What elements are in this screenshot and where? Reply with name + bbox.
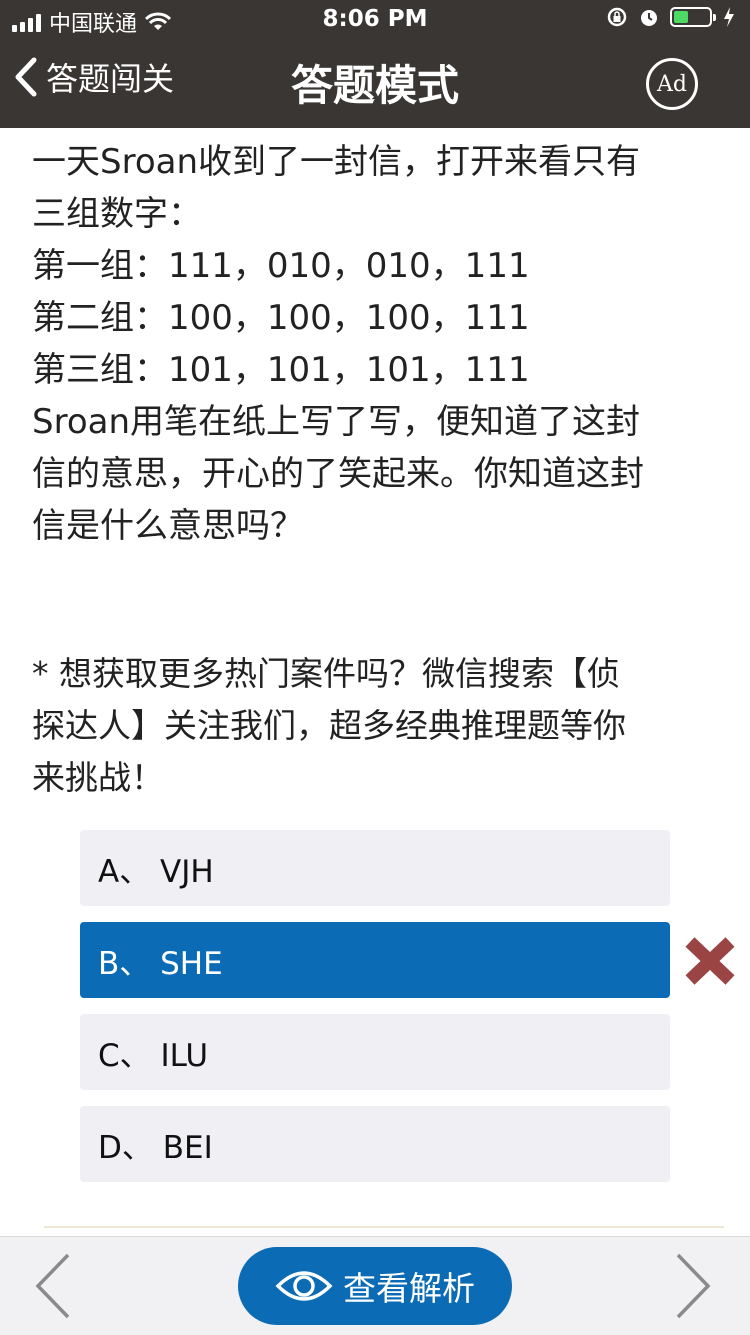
option-b[interactable]: B、 SHE	[80, 922, 670, 998]
ad-icon: Ad	[657, 71, 687, 97]
charging-icon	[724, 7, 734, 27]
option-a[interactable]: A、 VJH	[80, 830, 670, 906]
promo-line: * 想获取更多热门案件吗？微信搜索【侦	[32, 654, 620, 693]
view-analysis-label: 查看解析	[343, 1269, 475, 1308]
battery-icon	[670, 7, 716, 27]
top-bar: 中国联通 8:06 PM 答题闯关 答题模式 Ad	[0, 0, 750, 128]
answer-options: A、 VJH B、 SHE C、 ILU D、 BEI	[80, 830, 670, 1198]
view-analysis-button[interactable]: 查看解析	[238, 1247, 512, 1325]
lock-rotation-icon	[607, 7, 627, 27]
option-d[interactable]: D、 BEI	[80, 1106, 670, 1182]
alarm-icon	[641, 10, 657, 26]
promo-line: 来挑战！	[32, 758, 164, 797]
question-line: 第一组：111，010，010，111	[32, 246, 530, 286]
question-line: 信的意思，开心的了笑起来。你知道这封	[32, 454, 644, 494]
question-line: 第三组：101，101，101，111	[32, 350, 530, 390]
next-chevron-icon[interactable]	[662, 1249, 722, 1323]
option-c[interactable]: C、 ILU	[80, 1014, 670, 1090]
status-bar: 中国联通 8:06 PM	[0, 0, 750, 40]
promo-line: 探达人】关注我们，超多经典推理题等你	[32, 706, 626, 745]
question-content: 一天Sroan收到了一封信，打开来看只有 三组数字： 第一组：111，010，0…	[32, 136, 722, 804]
content-divider	[44, 1226, 724, 1228]
question-line: 第二组：100，100，100，111	[32, 298, 530, 338]
nav-bar: 答题闯关 答题模式 Ad	[0, 40, 750, 128]
ad-button[interactable]: Ad	[646, 58, 698, 110]
question-line: 三组数字：	[32, 194, 202, 234]
question-line: 一天Sroan收到了一封信，打开来看只有	[32, 142, 640, 182]
prev-chevron-icon[interactable]	[24, 1249, 84, 1323]
eye-icon	[275, 1271, 333, 1301]
question-text: 一天Sroan收到了一封信，打开来看只有 三组数字： 第一组：111，010，0…	[32, 136, 722, 552]
question-line: 信是什么意思吗？	[32, 506, 304, 546]
bottom-toolbar: 查看解析	[0, 1236, 750, 1335]
promo-text: * 想获取更多热门案件吗？微信搜索【侦 探达人】关注我们，超多经典推理题等你 来…	[32, 648, 722, 804]
question-line: Sroan用笔在纸上写了写，便知道了这封	[32, 402, 640, 442]
page-title: 答题模式	[290, 61, 459, 110]
wrong-x-icon	[685, 937, 735, 985]
